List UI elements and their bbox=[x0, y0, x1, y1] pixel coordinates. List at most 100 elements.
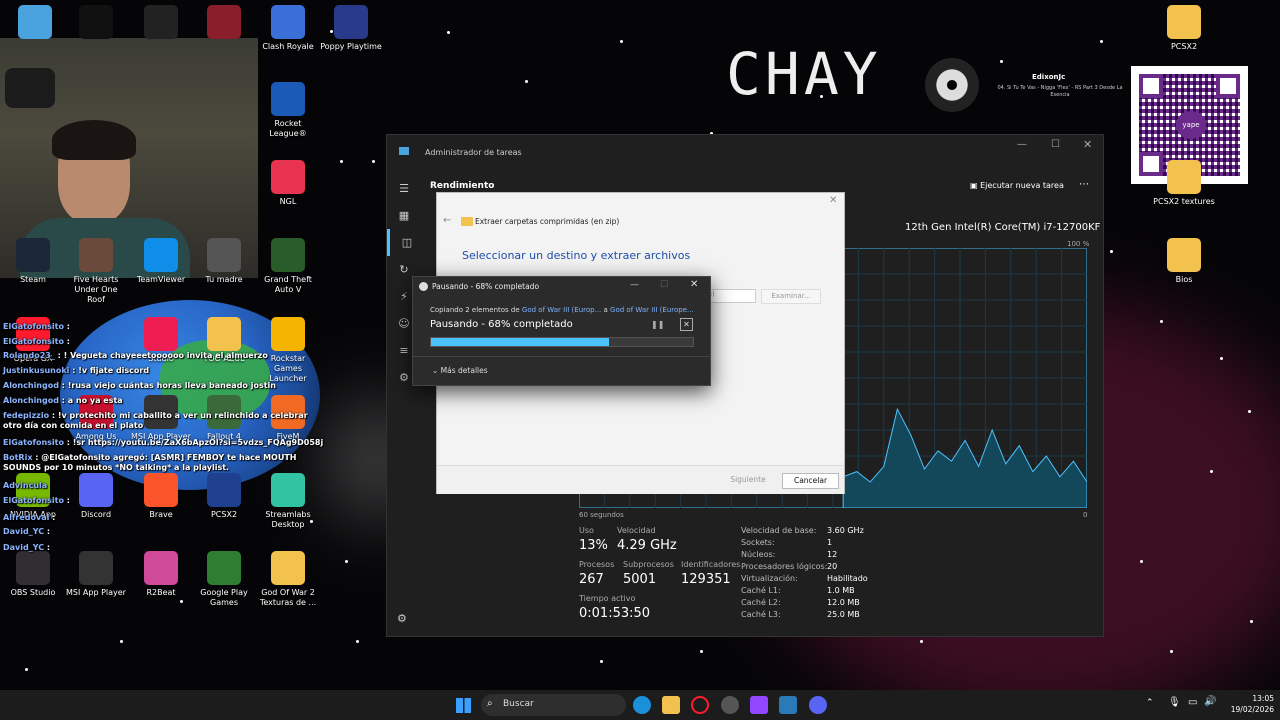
discord-icon[interactable] bbox=[809, 696, 827, 714]
chat-text: : bbox=[64, 322, 70, 331]
star bbox=[1140, 560, 1143, 563]
detail-label: Virtualización: bbox=[741, 574, 798, 583]
settings-icon[interactable]: ⚙ bbox=[397, 612, 407, 625]
edge-icon[interactable] bbox=[633, 696, 651, 714]
chat-text: : bbox=[64, 337, 70, 346]
chat-text: : bbox=[44, 527, 51, 536]
desktop-icon-label: Brave bbox=[149, 510, 173, 519]
processes-icon[interactable]: ▦ bbox=[387, 202, 421, 229]
chat-message: Alonchingod : a no ya esta bbox=[3, 396, 123, 406]
task-manager-taskbar-icon[interactable] bbox=[779, 696, 797, 714]
maximize-icon[interactable]: ☐ bbox=[660, 280, 668, 290]
desktop-icon[interactable]: Clash Royale bbox=[257, 5, 319, 52]
desktop-icon-label: Google Play Games bbox=[200, 588, 248, 607]
procesos-value: 267 bbox=[579, 572, 604, 587]
search-placeholder: Buscar bbox=[503, 699, 534, 709]
desktop-icon[interactable]: MSI App Player bbox=[65, 551, 127, 598]
desktop-icon[interactable]: Google Play Games bbox=[193, 551, 255, 608]
twitch-icon[interactable] bbox=[750, 696, 768, 714]
network-icon[interactable]: ▭ bbox=[1188, 697, 1197, 708]
volume-icon[interactable]: 🔊 bbox=[1204, 696, 1216, 707]
desktop-icon-label: PCSX2 textures bbox=[1153, 197, 1215, 206]
star bbox=[1000, 60, 1003, 63]
desktop-icon[interactable]: Five Hearts Under One Roof bbox=[65, 238, 127, 305]
chat-message: David_YC : bbox=[3, 543, 50, 553]
maximize-icon[interactable]: ☐ bbox=[1051, 139, 1060, 150]
desktop-icon[interactable]: Steam bbox=[2, 238, 64, 285]
desktop-icon[interactable]: PCSX2 textures bbox=[1153, 160, 1215, 207]
minimize-icon[interactable]: — bbox=[630, 280, 639, 290]
close-icon[interactable]: ✕ bbox=[1083, 138, 1092, 151]
minimize-icon[interactable]: — bbox=[1017, 139, 1027, 150]
desktop-icon[interactable]: Bios bbox=[1153, 238, 1215, 285]
clock-time[interactable]: 13:05 bbox=[1232, 694, 1274, 703]
chat-message: ElGatofonsito : bbox=[3, 496, 70, 506]
desktop-icon[interactable]: R2Beat bbox=[130, 551, 192, 598]
chat-text: : bbox=[49, 513, 56, 522]
opera-icon[interactable] bbox=[691, 696, 709, 714]
desktop-icon[interactable]: Discord bbox=[65, 473, 127, 520]
desktop-icon[interactable] bbox=[65, 5, 127, 42]
detail-value: 12 bbox=[827, 550, 838, 559]
next-button[interactable]: Siguiente bbox=[717, 473, 779, 487]
chevron-up-icon[interactable]: ⌃ bbox=[1146, 698, 1154, 708]
hamburger-icon[interactable]: ☰ bbox=[387, 175, 421, 202]
search-box[interactable]: ⌕ Buscar bbox=[481, 694, 626, 716]
desktop-icon[interactable]: Brave bbox=[130, 473, 192, 520]
cancel-button[interactable]: Cancelar bbox=[782, 473, 839, 489]
graph-time-left: 60 segundos bbox=[579, 511, 624, 519]
back-arrow-icon[interactable]: ← bbox=[443, 215, 451, 226]
desktop-icon[interactable]: Poppy Playtime bbox=[320, 5, 382, 52]
more-details-toggle[interactable]: ⌄ Más detalles bbox=[432, 366, 488, 375]
desktop-icon[interactable] bbox=[4, 5, 66, 42]
star bbox=[600, 660, 603, 663]
pause-icon[interactable]: ❚❚ bbox=[651, 320, 664, 329]
desktop-icon[interactable]: NGL bbox=[257, 160, 319, 207]
desktop-icon-label: Five Hearts Under One Roof bbox=[73, 275, 119, 304]
copy-app-icon bbox=[419, 282, 428, 291]
close-icon[interactable]: ✕ bbox=[829, 195, 837, 206]
more-options-icon[interactable]: ⋯ bbox=[1079, 179, 1089, 190]
star bbox=[920, 640, 923, 643]
identificadores-label: Identificadores bbox=[681, 560, 741, 569]
desktop-icon-label: PCSX2 bbox=[1170, 42, 1198, 51]
star bbox=[1110, 250, 1113, 253]
chat-text: : bbox=[64, 496, 70, 505]
copy-description: Copiando 2 elementos de God of War III (… bbox=[430, 306, 694, 314]
desktop-icon[interactable]: Grand Theft Auto V bbox=[257, 238, 319, 295]
copy-destination-link[interactable]: God of War III (Europe... bbox=[610, 306, 694, 314]
google-play-games-icon bbox=[207, 551, 241, 585]
copy-progress-dialog[interactable]: Pausando - 68% completado — ☐ ✕ Copiando… bbox=[412, 276, 711, 386]
microphone-icon[interactable]: 🎙 bbox=[1168, 697, 1181, 708]
chat-username: BotRix bbox=[3, 453, 33, 462]
desktop-icon[interactable]: Tu madre bbox=[193, 238, 255, 285]
star bbox=[1100, 40, 1103, 43]
copy-status: Pausando - 68% completado bbox=[430, 319, 573, 330]
game-icon bbox=[207, 5, 241, 39]
steam-icon[interactable] bbox=[721, 696, 739, 714]
start-windows-icon[interactable] bbox=[454, 696, 472, 714]
desktop-icon[interactable]: PCSX2 bbox=[1153, 5, 1215, 52]
desktop-icon[interactable] bbox=[193, 5, 255, 42]
copy-source-link[interactable]: God of War III (Europ... bbox=[522, 306, 601, 314]
desktop-icon[interactable]: God Of War 2 Texturas de ... bbox=[257, 551, 319, 608]
performance-icon[interactable]: ◫ bbox=[387, 229, 424, 256]
desktop-icon[interactable]: OBS Studio bbox=[2, 551, 64, 598]
cancel-copy-icon[interactable]: ✕ bbox=[680, 318, 693, 331]
clock-date[interactable]: 19/02/2026 bbox=[1224, 705, 1274, 714]
file-explorer-icon[interactable] bbox=[662, 696, 680, 714]
detail-label: Sockets: bbox=[741, 538, 775, 547]
desktop-icon-label: OBS Studio bbox=[10, 588, 56, 597]
desktop-icon-label: Rocket League® bbox=[269, 119, 307, 138]
run-task-button[interactable]: ▣ Ejecutar nueva tarea bbox=[970, 181, 1064, 190]
desktop-icon[interactable]: Rocket League® bbox=[257, 82, 319, 139]
browse-button[interactable]: Examinar... bbox=[761, 289, 821, 304]
desktop-icon[interactable] bbox=[130, 5, 192, 42]
webcam-headset bbox=[5, 68, 55, 108]
desktop-icon[interactable]: PCSX2 bbox=[193, 473, 255, 520]
desktop-icon[interactable]: Streamlabs Desktop bbox=[257, 473, 319, 530]
desktop-icon[interactable]: TeamViewer bbox=[130, 238, 192, 285]
desktop-icon-label: PCSX2 bbox=[210, 510, 238, 519]
close-icon[interactable]: ✕ bbox=[690, 279, 698, 290]
chat-username: David_YC bbox=[3, 543, 45, 552]
